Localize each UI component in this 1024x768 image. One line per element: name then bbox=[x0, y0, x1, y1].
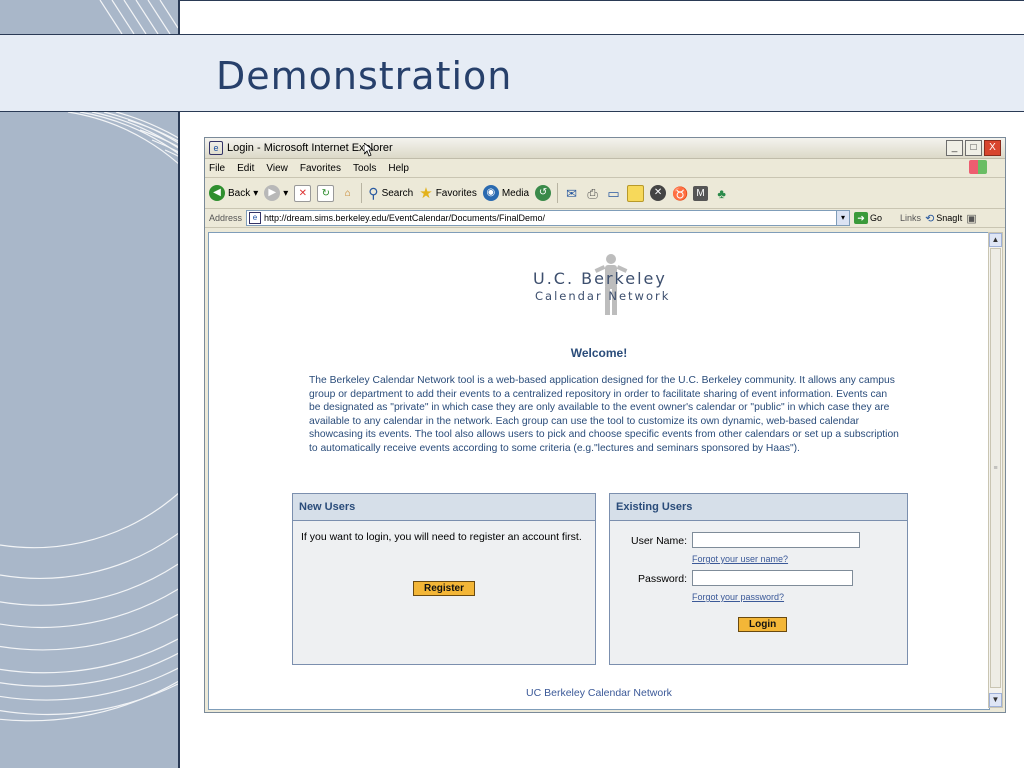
toolbar: ◀ Back ▾ ▶ ▾ ✕ ↻ ⌂ ⚲ Search ★ Favorites ◉ Medi… bbox=[205, 178, 1005, 209]
scroll-down-icon[interactable]: ▼ bbox=[989, 693, 1002, 707]
snagit-icon: ⟲ bbox=[925, 212, 935, 225]
ie-page-icon: e bbox=[209, 141, 223, 155]
search-button[interactable]: ⚲ Search bbox=[368, 185, 413, 202]
dropdown-icon: ▾ bbox=[283, 187, 289, 199]
go-button[interactable]: ➜ Go bbox=[854, 212, 882, 224]
edit-icon[interactable]: ▭ bbox=[606, 186, 621, 201]
scroll-up-icon[interactable]: ▲ bbox=[989, 233, 1002, 247]
snagit-capture-icon[interactable]: ▣ bbox=[966, 212, 976, 225]
history-icon[interactable]: ↺ bbox=[535, 185, 552, 201]
address-url: http://dream.sims.berkeley.edu/EventCale… bbox=[264, 213, 545, 223]
forgot-password-link[interactable]: Forgot your password? bbox=[692, 592, 784, 602]
page-footer: UC Berkeley Calendar Network bbox=[526, 687, 672, 699]
menu-tools[interactable]: Tools bbox=[353, 163, 376, 174]
menu-help[interactable]: Help bbox=[388, 163, 409, 174]
decorative-arcs bbox=[0, 0, 178, 722]
scroll-thumb[interactable]: ≡ bbox=[990, 248, 1001, 688]
username-label: User Name: bbox=[631, 535, 688, 547]
password-label: Password: bbox=[638, 573, 688, 585]
username-input[interactable] bbox=[692, 532, 860, 548]
menu-favorites[interactable]: Favorites bbox=[300, 163, 341, 174]
top-rule bbox=[180, 0, 1024, 1]
new-users-text: If you want to login, you will need to r… bbox=[301, 531, 582, 543]
menu-bar: File Edit View Favorites Tools Help bbox=[205, 159, 1005, 178]
address-label: Address bbox=[209, 213, 243, 223]
logo-line-2: Calendar Network bbox=[535, 289, 671, 303]
stop-icon[interactable]: ✕ bbox=[294, 184, 312, 202]
go-arrow-icon: ➜ bbox=[854, 212, 869, 224]
minimize-button[interactable]: _ bbox=[946, 140, 963, 156]
browser-window: e Login - Microsoft Internet Explorer _ … bbox=[204, 137, 1006, 713]
snagit-button[interactable]: ⟲ SnagIt bbox=[925, 212, 962, 225]
intro-paragraph: The Berkeley Calendar Network tool is a … bbox=[309, 375, 899, 454]
media-button[interactable]: ◉ Media bbox=[482, 185, 529, 201]
forgot-username-link[interactable]: Forgot your user name? bbox=[692, 554, 788, 564]
messenger-icon[interactable]: ♣ bbox=[714, 186, 729, 201]
existing-users-heading: Existing Users bbox=[610, 494, 907, 521]
new-users-panel: New Users If you want to login, you will… bbox=[292, 493, 596, 665]
dropdown-icon[interactable]: ▾ bbox=[253, 188, 258, 199]
windows-flag-icon bbox=[969, 160, 987, 174]
register-button[interactable]: Register bbox=[413, 581, 476, 596]
menu-view[interactable]: View bbox=[266, 163, 288, 174]
note-icon[interactable] bbox=[627, 184, 645, 202]
login-button[interactable]: Login bbox=[738, 617, 788, 632]
forward-arrow-icon: ▶ bbox=[264, 185, 281, 201]
toolbar-separator bbox=[361, 183, 363, 203]
block-icon[interactable]: ✕ bbox=[650, 185, 667, 201]
menu-file[interactable]: File bbox=[209, 163, 225, 174]
media-globe-icon: ◉ bbox=[482, 185, 499, 201]
links-label[interactable]: Links bbox=[900, 213, 921, 223]
toolbar-separator bbox=[557, 183, 559, 203]
forward-button[interactable]: ▶ ▾ bbox=[264, 185, 288, 201]
back-arrow-icon: ◀ bbox=[209, 185, 225, 201]
vertical-scrollbar[interactable]: ▲ ≡ ▼ bbox=[988, 232, 1003, 708]
back-button[interactable]: ◀ Back ▾ bbox=[209, 185, 258, 201]
home-icon[interactable]: ⌂ bbox=[340, 186, 355, 201]
mail-icon[interactable]: ✉ bbox=[564, 186, 579, 201]
address-dropdown-icon[interactable]: ▾ bbox=[836, 211, 850, 225]
existing-users-panel: Existing Users User Name: Forgot your us… bbox=[609, 493, 908, 665]
new-users-heading: New Users bbox=[293, 494, 595, 521]
address-input[interactable]: e http://dream.sims.berkeley.edu/EventCa… bbox=[246, 210, 851, 226]
password-input[interactable] bbox=[692, 570, 853, 586]
search-icon: ⚲ bbox=[368, 184, 379, 201]
calendar-network-logo: U.C. Berkeley Calendar Network bbox=[529, 251, 689, 319]
refresh-icon[interactable]: ↻ bbox=[317, 184, 335, 202]
tool-icon[interactable]: ♉ bbox=[672, 186, 688, 201]
slide-title: Demonstration bbox=[216, 54, 513, 98]
address-bar: Address e http://dream.sims.berkeley.edu… bbox=[205, 209, 1005, 228]
print-icon[interactable]: ⎙ bbox=[585, 186, 600, 201]
logo-line-1: U.C. Berkeley bbox=[533, 269, 667, 288]
menu-edit[interactable]: Edit bbox=[237, 163, 254, 174]
page-viewport: U.C. Berkeley Calendar Network Welcome! … bbox=[208, 232, 990, 710]
maximize-button[interactable]: □ bbox=[965, 140, 982, 156]
window-titlebar[interactable]: e Login - Microsoft Internet Explorer _ … bbox=[205, 138, 1005, 159]
favorites-button[interactable]: ★ Favorites bbox=[419, 184, 477, 202]
close-button[interactable]: X bbox=[984, 140, 1001, 156]
m-icon[interactable]: M bbox=[693, 185, 709, 201]
page-icon: e bbox=[249, 212, 262, 224]
star-icon: ★ bbox=[419, 185, 433, 202]
slide-left-panel bbox=[0, 0, 180, 768]
mouse-cursor-icon bbox=[364, 143, 374, 157]
welcome-heading: Welcome! bbox=[570, 346, 628, 360]
